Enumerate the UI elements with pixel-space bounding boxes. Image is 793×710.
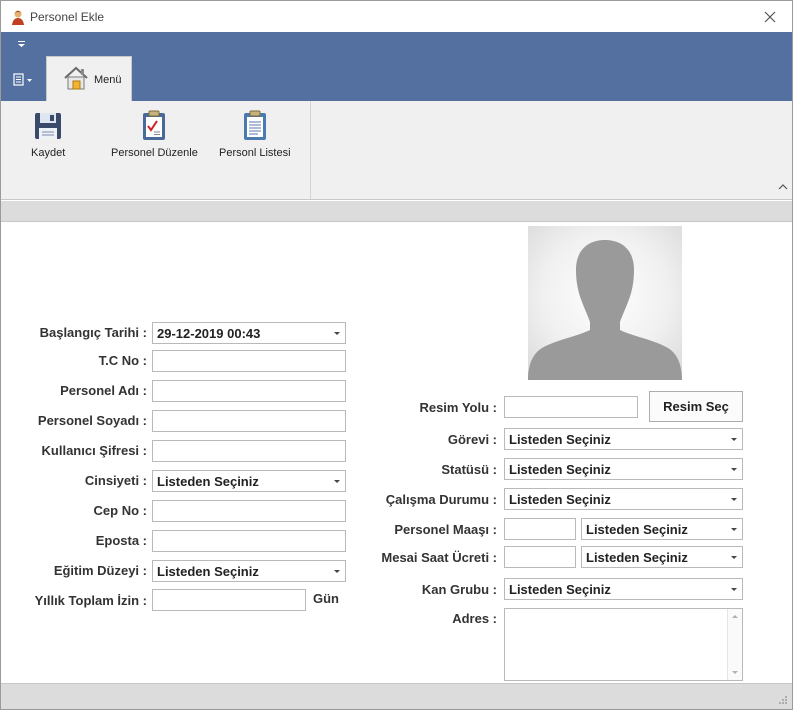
first-name-input[interactable] xyxy=(152,380,346,402)
gender-value: Listeden Seçiniz xyxy=(157,474,259,489)
chevron-down-icon xyxy=(334,480,340,483)
chevron-down-icon xyxy=(731,528,737,531)
home-icon xyxy=(64,66,88,90)
position-value: Listeden Seçiniz xyxy=(509,432,611,447)
start-date-label: Başlangıç Tarihi : xyxy=(39,325,147,340)
salary-currency-value: Listeden Seçiniz xyxy=(586,522,688,537)
overtime-fee-input[interactable] xyxy=(504,546,576,568)
work-status-label: Çalışma Durumu : xyxy=(385,492,497,507)
image-path-label: Resim Yolu : xyxy=(419,400,497,415)
education-label: Eğitim Düzeyi : xyxy=(53,563,147,578)
phone-label: Cep No : xyxy=(93,503,147,518)
tab-menu-label: Menü xyxy=(94,74,122,86)
address-label: Adres : xyxy=(452,611,497,626)
chevron-down-icon xyxy=(731,556,737,559)
overtime-currency-value: Listeden Seçiniz xyxy=(586,550,688,565)
quick-access-dropdown-icon[interactable] xyxy=(17,40,27,48)
save-button-label: Kaydet xyxy=(31,147,66,159)
window-title: Personel Ekle xyxy=(30,10,105,24)
title-bar: Personel Ekle xyxy=(1,1,792,32)
salary-label: Personel Maaşı : xyxy=(394,522,497,537)
status-select[interactable]: Listeden Seçiniz xyxy=(504,458,743,480)
position-select[interactable]: Listeden Seçiniz xyxy=(504,428,743,450)
gender-select[interactable]: Listeden Seçiniz xyxy=(152,470,346,492)
chevron-up-icon[interactable] xyxy=(778,183,788,191)
personnel-list-button-label: Personl Listesi xyxy=(219,147,291,159)
chevron-down-icon xyxy=(334,570,340,573)
status-value: Listeden Seçiniz xyxy=(509,462,611,477)
annual-leave-label: Yıllık Toplam İzin : xyxy=(34,593,147,608)
ribbon-header: Menü xyxy=(1,32,792,101)
personnel-photo xyxy=(528,226,682,380)
select-image-button[interactable]: Resim Seç xyxy=(649,391,743,422)
annual-leave-input[interactable] xyxy=(152,589,306,611)
phone-input[interactable] xyxy=(152,500,346,522)
chevron-down-icon xyxy=(731,468,737,471)
first-name-label: Personel Adı : xyxy=(60,383,147,398)
annual-leave-unit: Gün xyxy=(313,591,339,606)
window: Personel Ekle Menü Kaydet Personel Düzen… xyxy=(0,0,793,710)
salary-currency-select[interactable]: Listeden Seçiniz xyxy=(581,518,743,540)
education-select[interactable]: Listeden Seçiniz xyxy=(152,560,346,582)
password-label: Kullanıcı Şifresi : xyxy=(41,443,147,458)
status-bar xyxy=(1,683,792,709)
ribbon-group-separator xyxy=(310,101,311,199)
personnel-list-button[interactable]: Personl Listesi xyxy=(219,109,291,159)
close-icon[interactable] xyxy=(756,5,784,29)
chevron-down-icon xyxy=(731,588,737,591)
clipboard-list-icon xyxy=(243,110,266,140)
ribbon-body: Kaydet Personel Düzenle Personl Listesi xyxy=(1,101,792,200)
chevron-down-icon xyxy=(334,332,340,335)
status-label: Statüsü : xyxy=(441,462,497,477)
address-textarea[interactable] xyxy=(504,608,743,681)
app-menu-icon[interactable] xyxy=(10,71,36,89)
floppy-disk-icon xyxy=(35,113,62,139)
overtime-fee-label: Mesai Saat Ücreti : xyxy=(381,550,497,565)
ribbon-status-strip xyxy=(1,201,792,222)
tab-menu[interactable]: Menü xyxy=(46,56,132,101)
start-date-value: 29-12-2019 00:43 xyxy=(157,326,261,341)
tc-no-label: T.C No : xyxy=(98,353,147,368)
salary-input[interactable] xyxy=(504,518,576,540)
tc-no-input[interactable] xyxy=(152,350,346,372)
clipboard-check-icon xyxy=(143,110,166,140)
work-status-value: Listeden Seçiniz xyxy=(509,492,611,507)
person-silhouette-icon xyxy=(528,240,682,380)
education-value: Listeden Seçiniz xyxy=(157,564,259,579)
app-user-icon xyxy=(12,10,24,25)
email-input[interactable] xyxy=(152,530,346,552)
scroll-up-icon[interactable] xyxy=(732,615,738,618)
address-scrollbar[interactable] xyxy=(727,609,742,680)
password-input[interactable] xyxy=(152,440,346,462)
email-label: Eposta : xyxy=(95,533,147,548)
resize-grip-icon[interactable] xyxy=(778,695,788,705)
work-status-select[interactable]: Listeden Seçiniz xyxy=(504,488,743,510)
start-date-picker[interactable]: 29-12-2019 00:43 xyxy=(152,322,346,344)
position-label: Görevi : xyxy=(447,432,497,447)
chevron-down-icon xyxy=(731,438,737,441)
gender-label: Cinsiyeti : xyxy=(84,473,147,488)
personnel-form: Başlangıç Tarihi : 29-12-2019 00:43 T.C … xyxy=(1,222,792,683)
blood-group-select[interactable]: Listeden Seçiniz xyxy=(504,578,743,600)
last-name-input[interactable] xyxy=(152,410,346,432)
chevron-down-icon xyxy=(731,498,737,501)
scroll-down-icon[interactable] xyxy=(732,671,738,674)
edit-personnel-button[interactable]: Personel Düzenle xyxy=(111,109,198,159)
last-name-label: Personel Soyadı : xyxy=(37,413,147,428)
edit-personnel-button-label: Personel Düzenle xyxy=(111,147,198,159)
blood-group-value: Listeden Seçiniz xyxy=(509,582,611,597)
save-button[interactable]: Kaydet xyxy=(31,109,65,159)
image-path-input[interactable] xyxy=(504,396,638,418)
blood-group-label: Kan Grubu : xyxy=(421,582,497,597)
overtime-currency-select[interactable]: Listeden Seçiniz xyxy=(581,546,743,568)
